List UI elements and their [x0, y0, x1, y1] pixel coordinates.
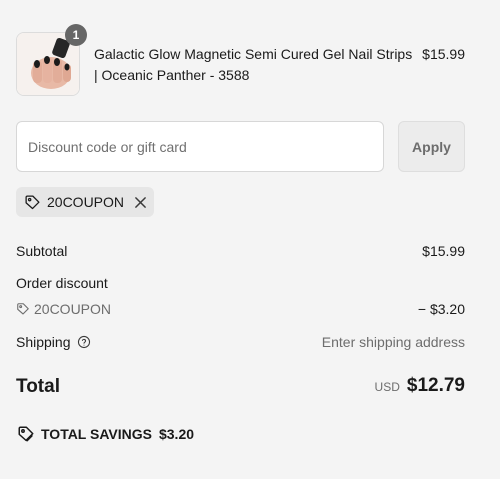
- discount-code-input[interactable]: [16, 121, 384, 172]
- product-title: Galactic Glow Magnetic Semi Cured Gel Na…: [94, 46, 413, 83]
- discount-code-label: 20COUPON: [34, 301, 112, 317]
- quantity-badge: 1: [65, 24, 87, 46]
- order-discount-label: Order discount: [16, 275, 108, 291]
- savings-label: TOTAL SAVINGS: [41, 426, 152, 442]
- coupon-code: 20COUPON: [47, 194, 125, 210]
- subtotal-label: Subtotal: [16, 243, 68, 259]
- tag-icon: [16, 302, 30, 316]
- help-circle-icon[interactable]: [77, 335, 91, 349]
- apply-button[interactable]: Apply: [398, 121, 465, 172]
- total-value: $12.79: [406, 375, 465, 396]
- total-savings: TOTAL SAVINGS $3.20: [17, 425, 194, 443]
- total-label: Total: [16, 376, 60, 397]
- product-price: $15.99: [422, 46, 465, 62]
- savings-value: $3.20: [158, 426, 195, 442]
- discount-value: − $3.20: [417, 301, 465, 317]
- shipping-value: Enter shipping address: [321, 334, 465, 350]
- shipping-label: Shipping: [16, 334, 71, 350]
- tag-icon: [24, 194, 41, 211]
- savings-tag-icon: [17, 425, 35, 443]
- discount-code-row: 20COUPON: [16, 300, 111, 318]
- total-amount: USD $12.79: [375, 375, 465, 397]
- shipping-row: Shipping: [16, 333, 91, 351]
- currency-code: USD: [374, 380, 400, 394]
- applied-coupon-chip: 20COUPON: [16, 187, 154, 217]
- close-icon[interactable]: [134, 196, 147, 209]
- subtotal-value: $15.99: [422, 243, 465, 259]
